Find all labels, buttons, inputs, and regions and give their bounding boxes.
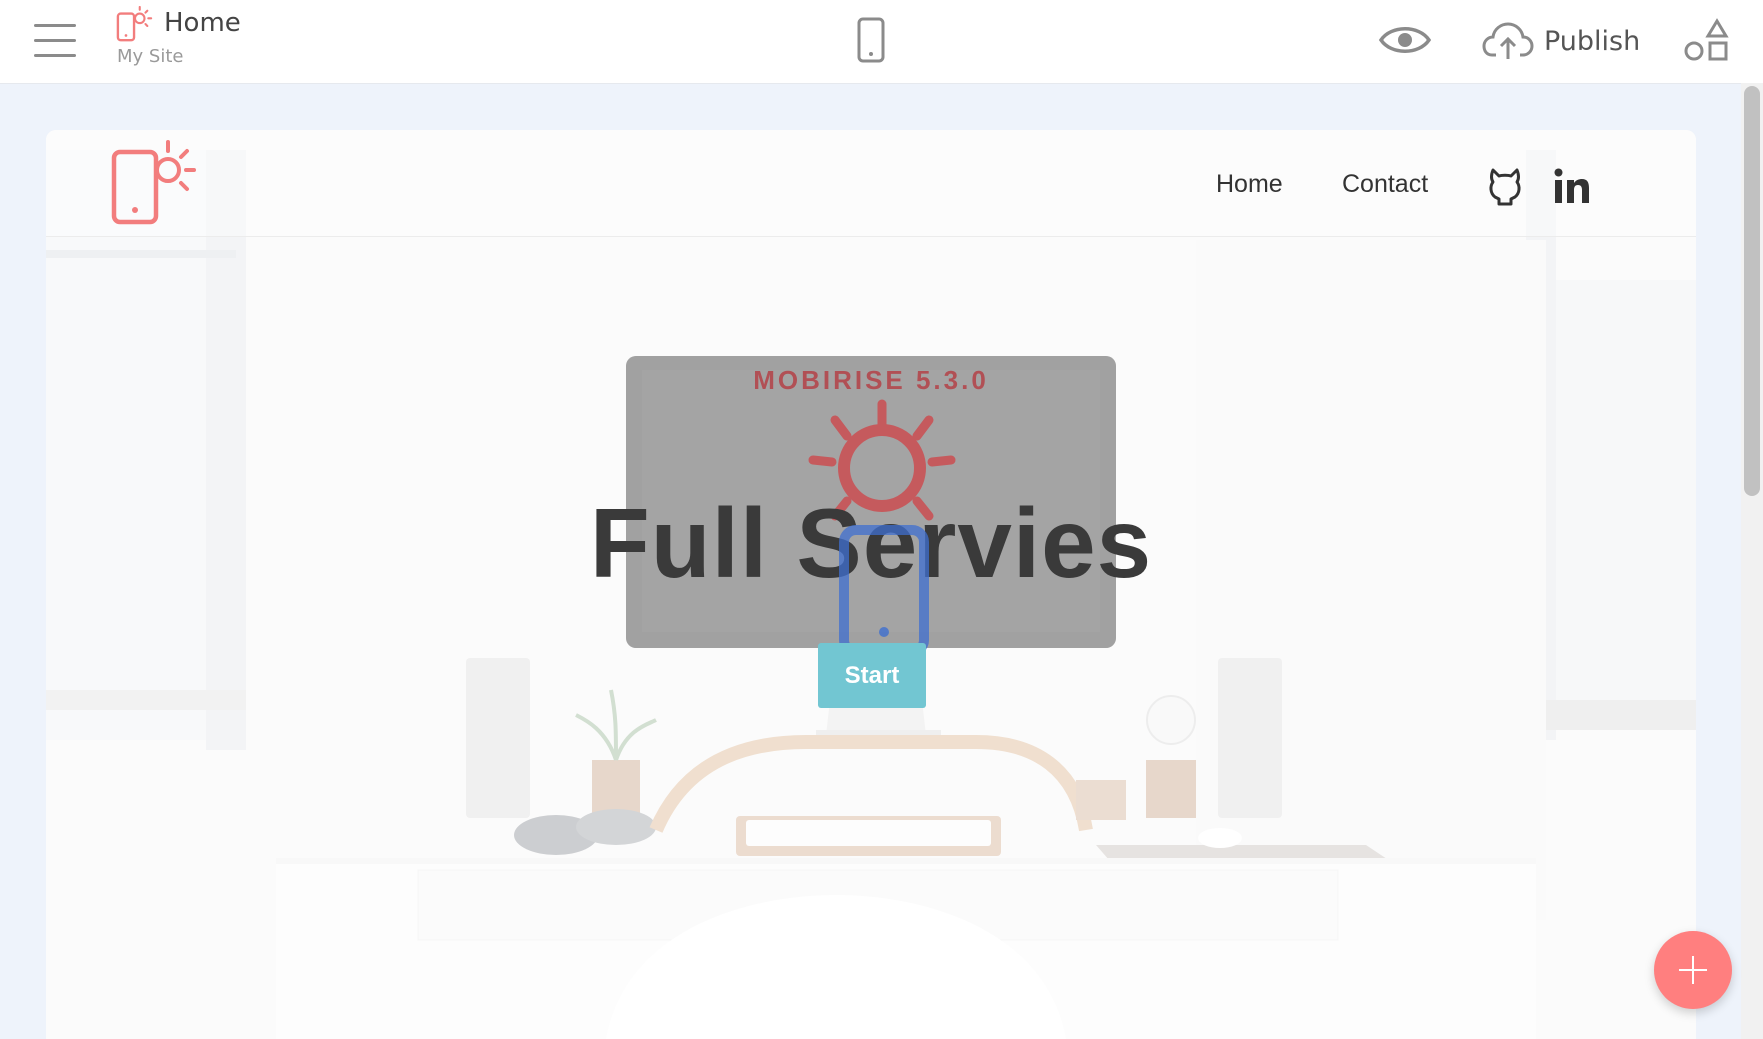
site-logo-icon[interactable] (110, 140, 196, 228)
mobile-preview-icon (839, 525, 929, 657)
site-canvas: MOBIRISE 5.3.0 Home Contact Full Servies… (46, 130, 1696, 1039)
blocks-icon[interactable] (1684, 18, 1730, 64)
linkedin-icon[interactable] (1552, 166, 1592, 206)
mobile-device-icon[interactable] (852, 16, 890, 64)
logo-icon (116, 6, 153, 42)
site-name[interactable]: My Site (117, 46, 183, 67)
monitor-version-text: MOBIRISE 5.3.0 (753, 365, 989, 395)
github-icon[interactable] (1486, 166, 1524, 206)
page-name[interactable]: Home (164, 8, 241, 38)
nav-link-home[interactable]: Home (1216, 170, 1283, 199)
add-block-button[interactable] (1654, 931, 1732, 1009)
nav-link-contact[interactable]: Contact (1342, 170, 1428, 199)
scrollbar-thumb[interactable] (1744, 86, 1760, 496)
eye-icon[interactable] (1378, 22, 1432, 58)
publish-button[interactable]: Publish (1482, 16, 1640, 66)
publish-label: Publish (1544, 25, 1641, 57)
cloud-upload-icon (1482, 22, 1534, 59)
editor-toolbar: Home My Site Publish (0, 0, 1763, 84)
start-button[interactable]: Start (818, 643, 926, 708)
site-navbar: Home Contact (46, 130, 1696, 237)
menu-icon[interactable] (34, 24, 76, 58)
